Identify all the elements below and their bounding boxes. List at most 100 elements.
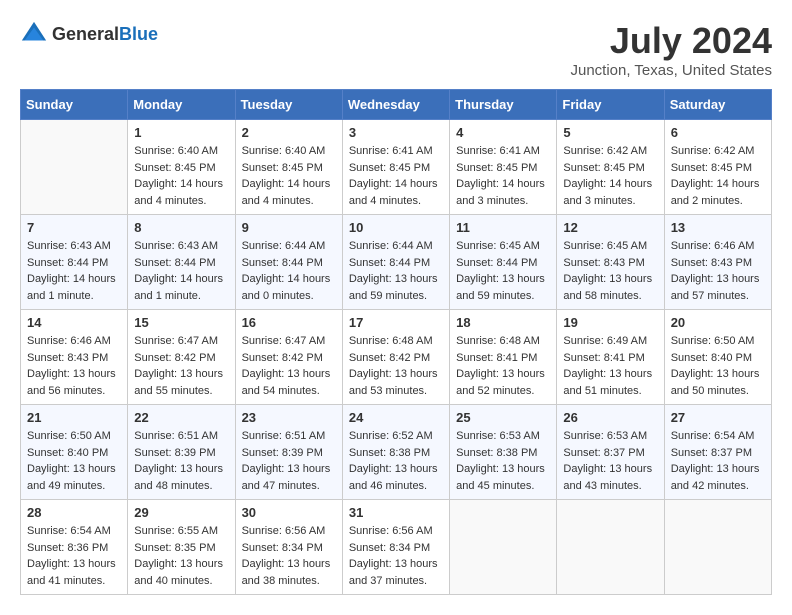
daylight-text: Daylight: 13 hours and 58 minutes. — [563, 273, 652, 302]
day-number: 4 — [456, 125, 550, 140]
sunrise-text: Sunrise: 6:48 AM — [349, 335, 433, 347]
day-number: 13 — [671, 220, 765, 235]
calendar-cell: 24 Sunrise: 6:52 AM Sunset: 8:38 PM Dayl… — [342, 405, 449, 500]
calendar-header-monday: Monday — [128, 90, 235, 120]
sunset-text: Sunset: 8:43 PM — [671, 257, 752, 269]
calendar-header-thursday: Thursday — [450, 90, 557, 120]
day-number: 9 — [242, 220, 336, 235]
calendar-cell: 4 Sunrise: 6:41 AM Sunset: 8:45 PM Dayli… — [450, 120, 557, 215]
sunset-text: Sunset: 8:42 PM — [134, 352, 215, 364]
sunrise-text: Sunrise: 6:52 AM — [349, 430, 433, 442]
sunset-text: Sunset: 8:41 PM — [456, 352, 537, 364]
calendar-cell: 30 Sunrise: 6:56 AM Sunset: 8:34 PM Dayl… — [235, 500, 342, 595]
logo-general: General — [52, 24, 119, 44]
sunset-text: Sunset: 8:35 PM — [134, 542, 215, 554]
day-number: 18 — [456, 315, 550, 330]
day-info: Sunrise: 6:40 AM Sunset: 8:45 PM Dayligh… — [242, 143, 336, 209]
day-info: Sunrise: 6:48 AM Sunset: 8:42 PM Dayligh… — [349, 333, 443, 399]
calendar-cell: 18 Sunrise: 6:48 AM Sunset: 8:41 PM Dayl… — [450, 310, 557, 405]
sunset-text: Sunset: 8:44 PM — [134, 257, 215, 269]
sunrise-text: Sunrise: 6:41 AM — [456, 145, 540, 157]
day-number: 30 — [242, 505, 336, 520]
day-info: Sunrise: 6:45 AM Sunset: 8:43 PM Dayligh… — [563, 238, 657, 304]
sunrise-text: Sunrise: 6:54 AM — [671, 430, 755, 442]
logo-icon — [20, 20, 48, 48]
daylight-text: Daylight: 14 hours and 4 minutes. — [349, 178, 438, 207]
daylight-text: Daylight: 14 hours and 2 minutes. — [671, 178, 760, 207]
sunset-text: Sunset: 8:36 PM — [27, 542, 108, 554]
daylight-text: Daylight: 13 hours and 47 minutes. — [242, 463, 331, 492]
day-number: 20 — [671, 315, 765, 330]
calendar-header-tuesday: Tuesday — [235, 90, 342, 120]
calendar-cell: 7 Sunrise: 6:43 AM Sunset: 8:44 PM Dayli… — [21, 215, 128, 310]
sunrise-text: Sunrise: 6:44 AM — [349, 240, 433, 252]
sunset-text: Sunset: 8:40 PM — [27, 447, 108, 459]
title-block: July 2024 Junction, Texas, United States — [570, 20, 772, 79]
calendar-cell: 16 Sunrise: 6:47 AM Sunset: 8:42 PM Dayl… — [235, 310, 342, 405]
daylight-text: Daylight: 13 hours and 48 minutes. — [134, 463, 223, 492]
sunset-text: Sunset: 8:40 PM — [671, 352, 752, 364]
day-info: Sunrise: 6:50 AM Sunset: 8:40 PM Dayligh… — [671, 333, 765, 399]
daylight-text: Daylight: 13 hours and 41 minutes. — [27, 558, 116, 587]
sunrise-text: Sunrise: 6:46 AM — [27, 335, 111, 347]
daylight-text: Daylight: 13 hours and 59 minutes. — [456, 273, 545, 302]
calendar-cell: 11 Sunrise: 6:45 AM Sunset: 8:44 PM Dayl… — [450, 215, 557, 310]
day-number: 29 — [134, 505, 228, 520]
sunrise-text: Sunrise: 6:50 AM — [27, 430, 111, 442]
sunset-text: Sunset: 8:38 PM — [349, 447, 430, 459]
calendar-table: SundayMondayTuesdayWednesdayThursdayFrid… — [20, 89, 772, 595]
daylight-text: Daylight: 13 hours and 50 minutes. — [671, 368, 760, 397]
sunrise-text: Sunrise: 6:53 AM — [456, 430, 540, 442]
day-info: Sunrise: 6:42 AM Sunset: 8:45 PM Dayligh… — [563, 143, 657, 209]
logo: GeneralBlue — [20, 20, 158, 48]
sunrise-text: Sunrise: 6:47 AM — [242, 335, 326, 347]
calendar-cell: 3 Sunrise: 6:41 AM Sunset: 8:45 PM Dayli… — [342, 120, 449, 215]
sunrise-text: Sunrise: 6:56 AM — [242, 525, 326, 537]
calendar-cell: 27 Sunrise: 6:54 AM Sunset: 8:37 PM Dayl… — [664, 405, 771, 500]
day-number: 1 — [134, 125, 228, 140]
daylight-text: Daylight: 14 hours and 3 minutes. — [563, 178, 652, 207]
sunrise-text: Sunrise: 6:51 AM — [134, 430, 218, 442]
calendar-cell: 10 Sunrise: 6:44 AM Sunset: 8:44 PM Dayl… — [342, 215, 449, 310]
sunset-text: Sunset: 8:41 PM — [563, 352, 644, 364]
calendar-cell — [557, 500, 664, 595]
daylight-text: Daylight: 13 hours and 57 minutes. — [671, 273, 760, 302]
calendar-week-row: 1 Sunrise: 6:40 AM Sunset: 8:45 PM Dayli… — [21, 120, 772, 215]
day-info: Sunrise: 6:44 AM Sunset: 8:44 PM Dayligh… — [349, 238, 443, 304]
sunrise-text: Sunrise: 6:43 AM — [27, 240, 111, 252]
sunset-text: Sunset: 8:45 PM — [349, 162, 430, 174]
sunset-text: Sunset: 8:45 PM — [456, 162, 537, 174]
day-info: Sunrise: 6:51 AM Sunset: 8:39 PM Dayligh… — [242, 428, 336, 494]
sunset-text: Sunset: 8:42 PM — [242, 352, 323, 364]
sunset-text: Sunset: 8:34 PM — [242, 542, 323, 554]
daylight-text: Daylight: 13 hours and 37 minutes. — [349, 558, 438, 587]
sunrise-text: Sunrise: 6:45 AM — [563, 240, 647, 252]
day-info: Sunrise: 6:41 AM Sunset: 8:45 PM Dayligh… — [456, 143, 550, 209]
day-info: Sunrise: 6:42 AM Sunset: 8:45 PM Dayligh… — [671, 143, 765, 209]
calendar-cell: 20 Sunrise: 6:50 AM Sunset: 8:40 PM Dayl… — [664, 310, 771, 405]
day-number: 8 — [134, 220, 228, 235]
sunset-text: Sunset: 8:45 PM — [134, 162, 215, 174]
day-number: 14 — [27, 315, 121, 330]
calendar-cell: 8 Sunrise: 6:43 AM Sunset: 8:44 PM Dayli… — [128, 215, 235, 310]
day-number: 21 — [27, 410, 121, 425]
calendar-cell: 31 Sunrise: 6:56 AM Sunset: 8:34 PM Dayl… — [342, 500, 449, 595]
day-info: Sunrise: 6:43 AM Sunset: 8:44 PM Dayligh… — [27, 238, 121, 304]
calendar-cell: 25 Sunrise: 6:53 AM Sunset: 8:38 PM Dayl… — [450, 405, 557, 500]
day-info: Sunrise: 6:56 AM Sunset: 8:34 PM Dayligh… — [349, 523, 443, 589]
sunset-text: Sunset: 8:45 PM — [671, 162, 752, 174]
day-info: Sunrise: 6:48 AM Sunset: 8:41 PM Dayligh… — [456, 333, 550, 399]
sunrise-text: Sunrise: 6:50 AM — [671, 335, 755, 347]
sunrise-text: Sunrise: 6:56 AM — [349, 525, 433, 537]
calendar-cell: 6 Sunrise: 6:42 AM Sunset: 8:45 PM Dayli… — [664, 120, 771, 215]
daylight-text: Daylight: 13 hours and 40 minutes. — [134, 558, 223, 587]
sunrise-text: Sunrise: 6:54 AM — [27, 525, 111, 537]
day-info: Sunrise: 6:56 AM Sunset: 8:34 PM Dayligh… — [242, 523, 336, 589]
calendar-cell: 9 Sunrise: 6:44 AM Sunset: 8:44 PM Dayli… — [235, 215, 342, 310]
daylight-text: Daylight: 13 hours and 54 minutes. — [242, 368, 331, 397]
day-info: Sunrise: 6:49 AM Sunset: 8:41 PM Dayligh… — [563, 333, 657, 399]
page-header: GeneralBlue July 2024 Junction, Texas, U… — [20, 20, 772, 79]
sunrise-text: Sunrise: 6:55 AM — [134, 525, 218, 537]
calendar-cell: 17 Sunrise: 6:48 AM Sunset: 8:42 PM Dayl… — [342, 310, 449, 405]
daylight-text: Daylight: 13 hours and 46 minutes. — [349, 463, 438, 492]
